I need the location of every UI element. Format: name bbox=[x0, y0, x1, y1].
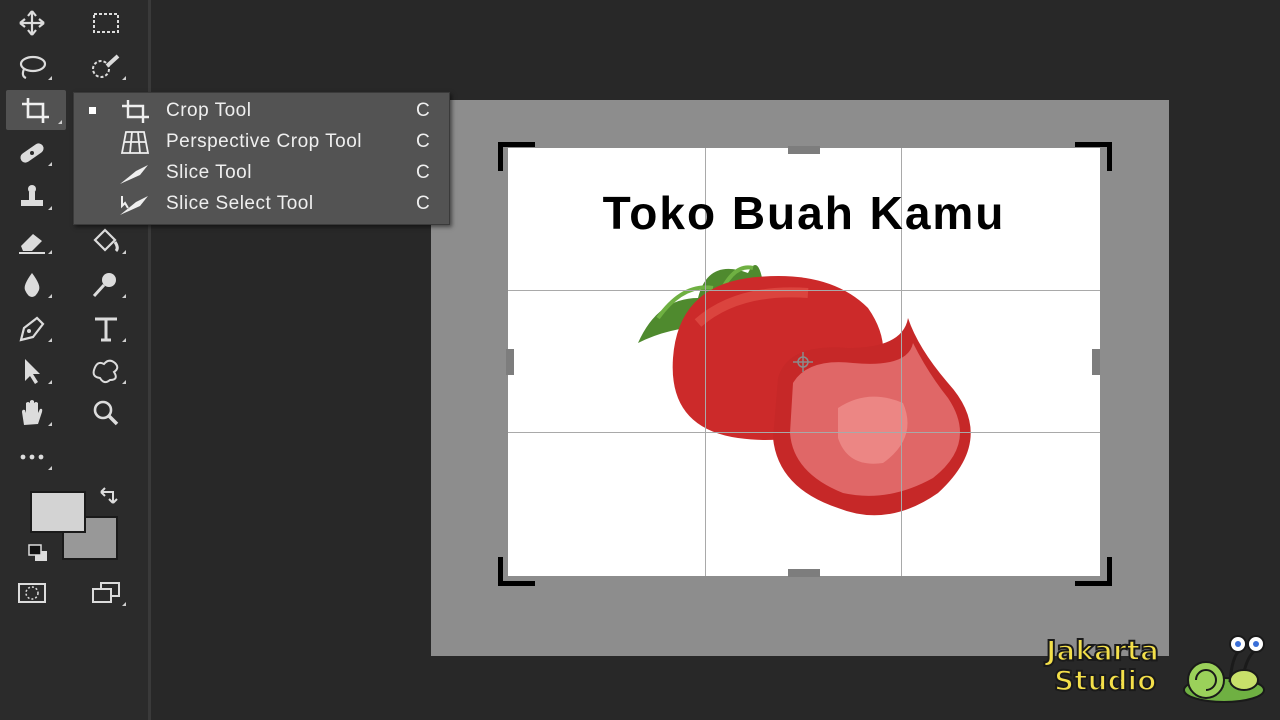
flyout-item-label: Crop Tool bbox=[166, 99, 252, 121]
move-icon bbox=[19, 10, 45, 36]
paint-bucket-icon bbox=[93, 228, 119, 253]
move-tool[interactable] bbox=[10, 4, 54, 42]
crop-icon bbox=[22, 98, 49, 123]
healing-tool[interactable] bbox=[10, 134, 54, 172]
crop-handle-top-right[interactable] bbox=[1075, 142, 1112, 171]
screen-mode-icon bbox=[92, 582, 120, 603]
path-selection-tool[interactable] bbox=[10, 352, 54, 390]
screen-mode-button[interactable] bbox=[84, 574, 128, 612]
custom-shape-tool[interactable] bbox=[84, 352, 128, 390]
flyout-item-shortcut: C bbox=[416, 130, 430, 152]
pen-icon bbox=[19, 316, 45, 342]
custom-shape-icon bbox=[92, 359, 119, 384]
crop-handle-left[interactable] bbox=[506, 349, 514, 375]
flyout-item-perspective-crop-tool[interactable]: Perspective Crop Tool C bbox=[74, 126, 449, 157]
dodge-tool[interactable] bbox=[84, 266, 128, 304]
jakarta-studio-logo: Jakarta Studio bbox=[1040, 630, 1270, 710]
eraser-tool[interactable] bbox=[10, 222, 54, 260]
perspective-crop-icon bbox=[120, 131, 150, 154]
quick-mask-icon bbox=[18, 583, 46, 603]
blur-icon bbox=[24, 273, 40, 297]
crop-handle-bottom-right[interactable] bbox=[1075, 557, 1112, 586]
foreground-color-swatch[interactable] bbox=[30, 491, 86, 533]
flyout-item-slice-select-tool[interactable]: Slice Select Tool C bbox=[74, 188, 449, 219]
lasso-icon bbox=[19, 55, 47, 80]
crop-handle-bottom-left[interactable] bbox=[498, 557, 535, 586]
crop-handle-right[interactable] bbox=[1092, 349, 1100, 375]
healing-icon bbox=[20, 143, 44, 163]
zoom-icon bbox=[93, 400, 119, 426]
snail-mascot-icon bbox=[1183, 635, 1265, 703]
image-title-text: Toko Buah Kamu bbox=[602, 187, 1006, 239]
path-selection-icon bbox=[25, 359, 40, 384]
crop-grid-line bbox=[508, 432, 1100, 433]
crop-grid-line bbox=[508, 290, 1100, 291]
zoom-tool[interactable] bbox=[84, 394, 128, 432]
type-icon bbox=[95, 317, 117, 342]
flyout-item-shortcut: C bbox=[416, 192, 430, 214]
marquee-icon bbox=[93, 13, 119, 33]
paint-bucket-tool[interactable] bbox=[84, 222, 128, 260]
flyout-item-shortcut: C bbox=[416, 99, 430, 121]
quick-mask-button[interactable] bbox=[10, 574, 54, 612]
flyout-item-label: Slice Tool bbox=[166, 161, 252, 183]
crop-handle-top[interactable] bbox=[788, 146, 820, 154]
crop-tool[interactable] bbox=[6, 90, 66, 130]
crop-handle-top-left[interactable] bbox=[498, 142, 535, 171]
logo-text-line2: Studio bbox=[1053, 664, 1157, 697]
flyout-item-label: Slice Select Tool bbox=[166, 192, 314, 214]
stamp-icon bbox=[21, 185, 43, 206]
more-tools[interactable] bbox=[10, 438, 54, 476]
eraser-icon bbox=[19, 234, 45, 254]
logo-text-line1: Jakarta bbox=[1045, 634, 1160, 667]
crop-icon bbox=[122, 100, 149, 123]
quick-selection-tool[interactable] bbox=[84, 48, 128, 86]
flyout-item-slice-tool[interactable]: Slice Tool C bbox=[74, 157, 449, 188]
quick-selection-icon bbox=[92, 54, 120, 78]
crop-tool-flyout: Crop Tool C Perspective Crop Tool C Slic… bbox=[73, 92, 450, 225]
dodge-icon bbox=[92, 273, 116, 298]
hand-icon bbox=[22, 400, 43, 425]
lasso-tool[interactable] bbox=[10, 48, 54, 86]
crop-handle-bottom[interactable] bbox=[788, 569, 820, 577]
flyout-item-label: Perspective Crop Tool bbox=[166, 130, 363, 152]
swap-colors-icon[interactable] bbox=[98, 486, 120, 506]
more-tools-icon bbox=[20, 454, 44, 460]
default-colors-icon[interactable] bbox=[26, 543, 50, 563]
flyout-item-shortcut: C bbox=[416, 161, 430, 183]
crosshair-icon bbox=[791, 350, 815, 374]
blur-tool[interactable] bbox=[10, 266, 54, 304]
slice-icon bbox=[120, 165, 148, 184]
hand-tool[interactable] bbox=[10, 394, 54, 432]
flyout-item-crop-tool[interactable]: Crop Tool C bbox=[74, 95, 449, 126]
slice-select-icon bbox=[120, 196, 148, 215]
type-tool[interactable] bbox=[84, 310, 128, 348]
selected-bullet bbox=[89, 107, 96, 114]
stamp-tool[interactable] bbox=[10, 178, 54, 216]
pen-tool[interactable] bbox=[10, 310, 54, 348]
marquee-tool[interactable] bbox=[84, 4, 128, 42]
